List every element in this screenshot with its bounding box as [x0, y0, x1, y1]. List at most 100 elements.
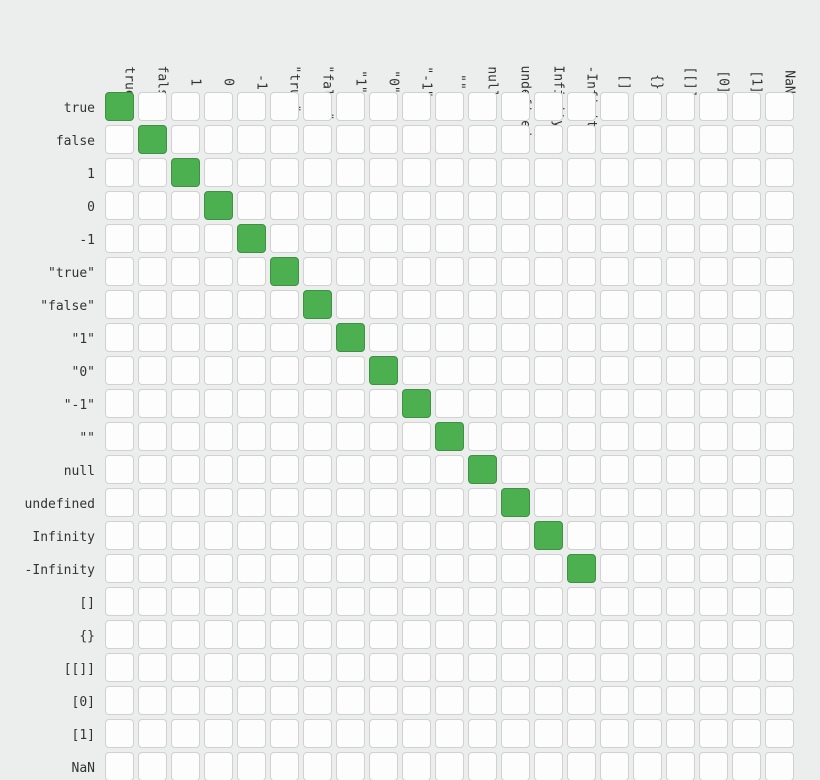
heatmap-cell	[567, 488, 596, 517]
heatmap-cell	[468, 257, 497, 286]
heatmap-cell	[105, 290, 134, 319]
heatmap-row	[105, 290, 798, 323]
heatmap-cell	[435, 521, 464, 550]
heatmap-cell	[303, 653, 332, 682]
heatmap-cell	[303, 125, 332, 154]
row-header: []	[0, 587, 105, 620]
heatmap-cell	[237, 191, 266, 220]
heatmap-cell	[237, 125, 266, 154]
row-header: -Infinity	[0, 554, 105, 587]
heatmap-cell	[435, 191, 464, 220]
heatmap-cell	[105, 752, 134, 780]
heatmap-cell	[633, 158, 662, 187]
heatmap-cell	[534, 92, 563, 121]
heatmap-cell	[171, 257, 200, 286]
heatmap-cell	[171, 323, 200, 352]
heatmap-cell	[369, 488, 398, 517]
heatmap-cell	[666, 752, 695, 780]
heatmap-cell	[105, 587, 134, 616]
heatmap-cell	[567, 587, 596, 616]
heatmap-cell	[501, 389, 530, 418]
heatmap-cell	[435, 719, 464, 748]
heatmap-cell	[105, 389, 134, 418]
heatmap-cell	[765, 389, 794, 418]
heatmap-cell	[732, 290, 761, 319]
heatmap-cell	[567, 686, 596, 715]
heatmap-row	[105, 323, 798, 356]
heatmap-cell	[732, 389, 761, 418]
heatmap-cell	[534, 620, 563, 649]
row-header: {}	[0, 620, 105, 653]
heatmap-cell	[270, 224, 299, 253]
heatmap-cell	[369, 158, 398, 187]
heatmap-cell	[369, 224, 398, 253]
heatmap-cell	[567, 125, 596, 154]
row-header: undefined	[0, 488, 105, 521]
heatmap-cell	[204, 92, 233, 121]
heatmap-cell	[699, 488, 728, 517]
heatmap-cell	[105, 653, 134, 682]
heatmap-cell	[138, 488, 167, 517]
heatmap-cell	[105, 686, 134, 715]
heatmap-cell	[501, 686, 530, 715]
heatmap-cell	[402, 158, 431, 187]
heatmap-cell	[732, 257, 761, 286]
heatmap-cell	[501, 191, 530, 220]
heatmap-cell	[666, 620, 695, 649]
heatmap-cell	[369, 455, 398, 484]
heatmap-cell	[138, 422, 167, 451]
row-header: Infinity	[0, 521, 105, 554]
heatmap-cell	[468, 521, 497, 550]
heatmap-cell	[501, 224, 530, 253]
heatmap-cell	[732, 455, 761, 484]
heatmap-cell	[534, 191, 563, 220]
heatmap-row	[105, 686, 798, 719]
heatmap-cell	[204, 191, 233, 220]
heatmap-cell	[237, 488, 266, 517]
heatmap-cell	[699, 191, 728, 220]
heatmap-cell	[105, 422, 134, 451]
heatmap-cell	[633, 191, 662, 220]
heatmap-cell	[765, 290, 794, 319]
heatmap-cell	[666, 191, 695, 220]
heatmap-cell	[105, 521, 134, 550]
heatmap-cell	[237, 92, 266, 121]
heatmap-cell	[171, 653, 200, 682]
heatmap-cell	[336, 389, 365, 418]
heatmap-cell	[732, 587, 761, 616]
heatmap-cell	[303, 587, 332, 616]
heatmap-cell	[765, 92, 794, 121]
heatmap-cell	[600, 191, 629, 220]
heatmap-cell	[699, 224, 728, 253]
row-header: "true"	[0, 257, 105, 290]
heatmap-cell	[600, 257, 629, 286]
heatmap-cell	[105, 719, 134, 748]
heatmap-cell	[666, 158, 695, 187]
heatmap-cell	[237, 620, 266, 649]
heatmap-cell	[204, 323, 233, 352]
heatmap-cell	[534, 224, 563, 253]
heatmap-cell	[633, 488, 662, 517]
heatmap-cell	[600, 752, 629, 780]
heatmap-cell	[402, 92, 431, 121]
heatmap-cell	[303, 158, 332, 187]
heatmap-cell	[501, 422, 530, 451]
heatmap-cell	[633, 422, 662, 451]
heatmap-cell	[138, 653, 167, 682]
heatmap-cell	[468, 587, 497, 616]
heatmap-cell	[534, 389, 563, 418]
heatmap-cell	[270, 158, 299, 187]
heatmap-cell	[732, 521, 761, 550]
heatmap-cell	[105, 224, 134, 253]
heatmap-cell	[468, 653, 497, 682]
heatmap-cell	[303, 554, 332, 583]
heatmap-cell	[633, 356, 662, 385]
row-header: "false"	[0, 290, 105, 323]
heatmap-cell	[567, 422, 596, 451]
heatmap-cell	[765, 257, 794, 286]
heatmap-cell	[765, 719, 794, 748]
heatmap-cell	[171, 521, 200, 550]
heatmap-cell	[699, 125, 728, 154]
heatmap-cell	[468, 92, 497, 121]
heatmap-cell	[402, 422, 431, 451]
